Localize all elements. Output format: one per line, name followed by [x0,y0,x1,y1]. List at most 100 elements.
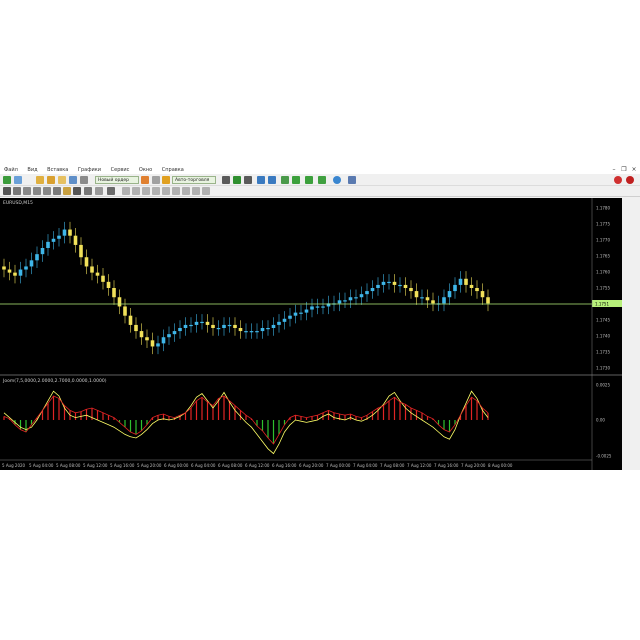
candle-body [321,306,325,308]
candle-body [2,266,6,270]
candle-body [431,300,435,304]
candle-body [68,229,72,236]
time-tick-label: 5 Aug 20:00 [137,463,162,468]
cursor-icon[interactable] [3,187,11,195]
menu-view[interactable]: Вид [27,166,37,174]
period-mn-icon[interactable] [202,187,210,195]
line-chart-icon[interactable] [244,176,252,184]
candle-body [139,331,144,338]
candle-body [205,321,210,325]
time-tick-label: 7 Aug 12:00 [407,463,432,468]
alert-icon[interactable] [614,176,622,184]
candle-body [167,334,171,338]
terminal-icon[interactable] [69,176,77,184]
candle-body [244,331,248,333]
label-icon[interactable] [84,187,92,195]
zoom-in-icon[interactable] [257,176,265,184]
periods-icon[interactable] [333,176,341,184]
close-icon[interactable]: × [630,166,638,174]
time-tick-label: 6 Aug 08:00 [218,463,243,468]
time-tick-label: 5 Aug 04:00 [29,463,54,468]
market-watch-icon[interactable] [36,176,44,184]
tile-windows-icon[interactable] [281,176,289,184]
menu-tools[interactable]: Сервис [111,166,130,174]
minimize-icon[interactable]: – [610,166,618,174]
autotrading-button[interactable]: Авто-торговля [172,176,216,184]
menu-help[interactable]: Справка [162,166,184,174]
shapes-icon[interactable] [95,187,103,195]
arrows-icon[interactable] [107,187,115,195]
profiles-icon[interactable] [14,176,22,184]
candle-body [442,297,446,304]
candle-body [277,321,281,325]
price-tick-label: 1.1770 [596,238,610,243]
channel-icon[interactable] [53,187,61,195]
bar-chart-icon[interactable] [222,176,230,184]
period-h1-icon[interactable] [162,187,170,195]
period-m15-icon[interactable] [142,187,150,195]
candlestick-icon[interactable] [233,176,241,184]
vertical-line-icon[interactable] [23,187,31,195]
fibonacci-icon[interactable] [63,187,71,195]
record-icon[interactable] [626,176,634,184]
time-tick-label: 7 Aug 04:00 [353,463,378,468]
price-tick-label: 1.1775 [596,222,610,227]
candle-body [447,291,452,298]
tester-icon[interactable] [80,176,88,184]
trendline-icon[interactable] [43,187,51,195]
standard-toolbar: Новый ордер Авто-торговля [0,175,640,186]
time-tick-label: 5 Aug 2020 [2,463,26,468]
menu-file[interactable]: Файл [4,166,18,174]
metaeditor-icon[interactable] [141,176,149,184]
candle-body [106,281,111,288]
candle-body [227,324,232,327]
candle-body [101,275,105,282]
new-order-button[interactable]: Новый ордер [95,176,139,184]
chart-canvas[interactable]: EURUSD,M15 1.1780 1.1775 1.1770 1.1765 1.176… [0,198,622,470]
candle-body [409,288,413,292]
candle-body [266,328,270,330]
chart-shift-icon[interactable] [305,176,313,184]
candle-body [35,254,39,261]
crosshair-icon[interactable] [13,187,21,195]
horizontal-line-icon[interactable] [33,187,41,195]
period-h4-icon[interactable] [172,187,180,195]
indicators-icon[interactable] [318,176,326,184]
market-icon[interactable] [152,176,160,184]
candle-body [134,324,138,332]
candle-body [211,324,215,328]
text-icon[interactable] [73,187,81,195]
candle-body [233,324,237,328]
candle-body [337,300,342,304]
candle-body [348,297,353,301]
menu-insert[interactable]: Вставка [47,166,68,174]
candle-body [249,331,254,333]
restore-icon[interactable]: ❐ [620,166,628,174]
signals-icon[interactable] [162,176,170,184]
candle-body [200,321,204,324]
period-w1-icon[interactable] [192,187,200,195]
candle-body [238,328,243,332]
time-tick-label: 5 Aug 08:00 [56,463,81,468]
data-window-icon[interactable] [47,176,55,184]
period-m1-icon[interactable] [122,187,130,195]
time-tick-label: 7 Aug 08:00 [380,463,405,468]
candle-body [84,257,89,267]
autoscroll-icon[interactable] [292,176,300,184]
menu-charts[interactable]: Графики [78,166,101,174]
price-tick-label: 1.1755 [596,286,610,291]
period-m30-icon[interactable] [152,187,160,195]
menu-window[interactable]: Окно [139,166,152,174]
candle-body [453,284,457,292]
candle-body [62,229,67,236]
period-m5-icon[interactable] [132,187,140,195]
zoom-out-icon[interactable] [268,176,276,184]
navigator-icon[interactable] [58,176,66,184]
candle-body [458,278,463,285]
new-chart-icon[interactable] [3,176,11,184]
candle-body [464,278,468,285]
period-d1-icon[interactable] [182,187,190,195]
menu-bar-row: Файл Вид Вставка Графики Сервис Окно Спр… [0,166,640,174]
templates-icon[interactable] [348,176,356,184]
chart-window[interactable]: EURUSD,M15 1.1780 1.1775 1.1770 1.1765 1.176… [0,198,622,470]
